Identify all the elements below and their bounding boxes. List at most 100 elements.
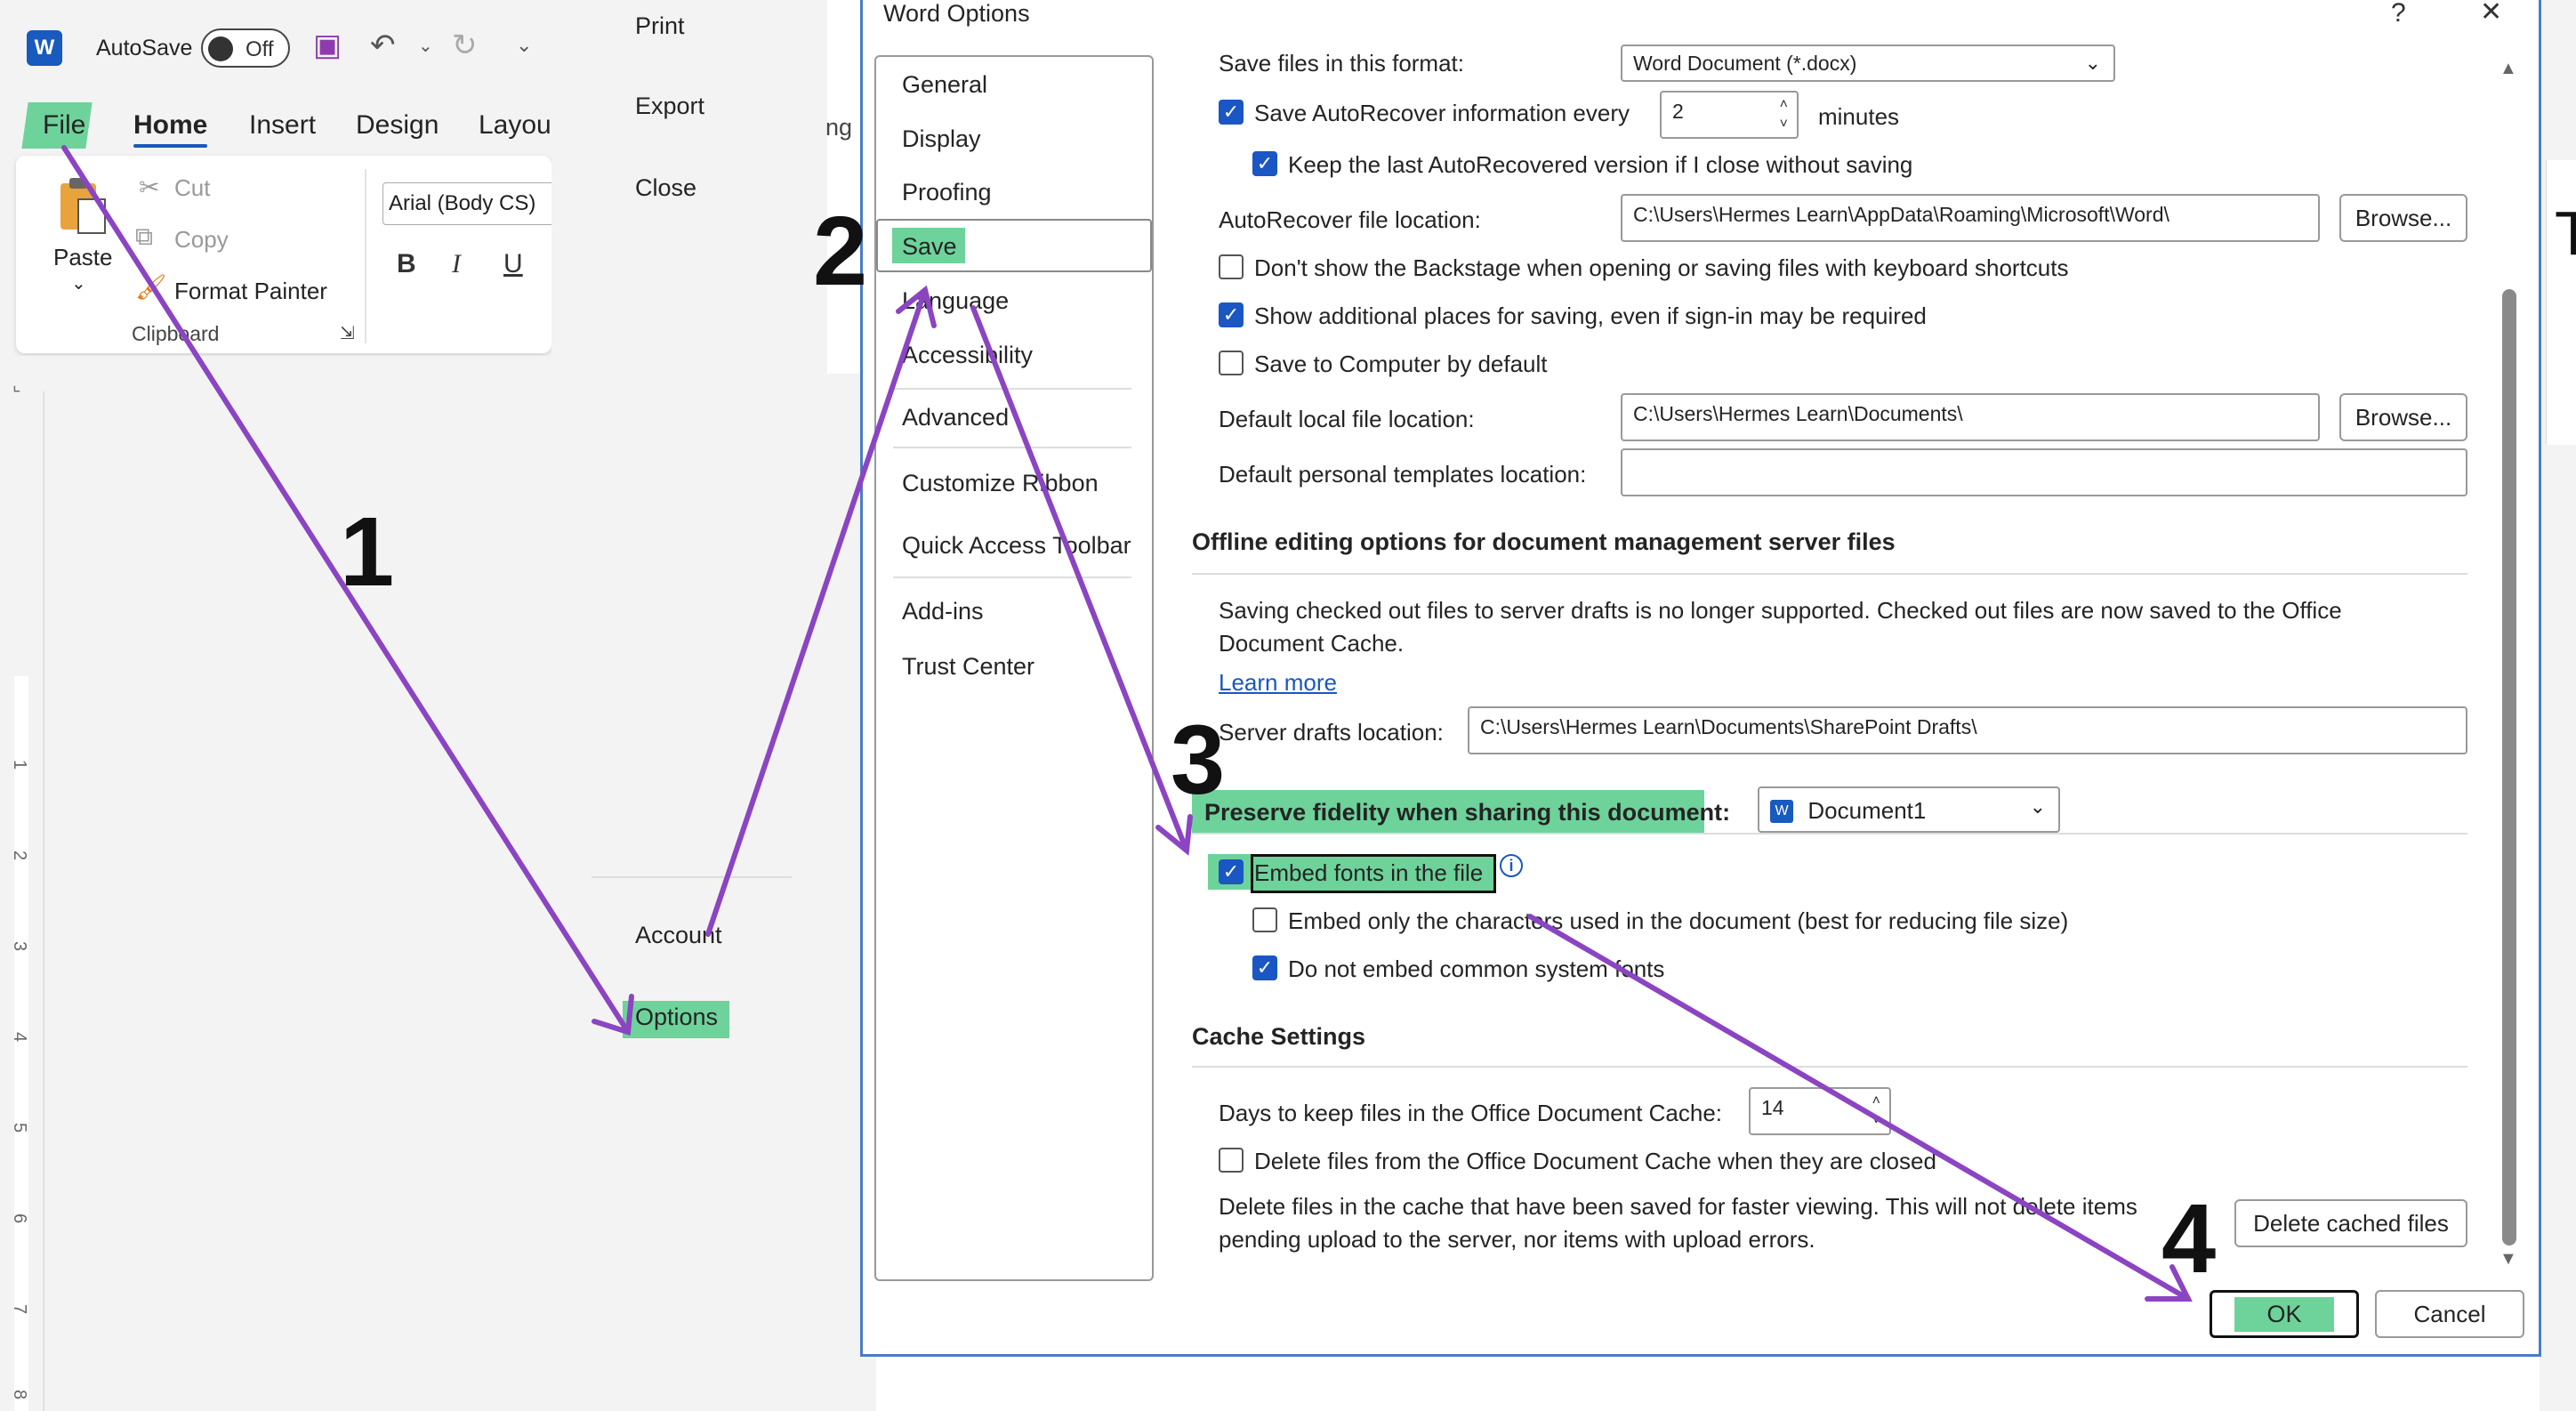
dont-show-backstage-label: Don't show the Backstage when opening or… — [1254, 254, 2069, 281]
format-painter-button[interactable]: Format Painter — [174, 278, 327, 305]
font-name-field[interactable]: Arial (Body CS) — [382, 182, 560, 225]
tab-file[interactable]: File — [43, 110, 85, 141]
autosave-label: AutoSave — [96, 36, 193, 60]
nav-save[interactable]: Save — [902, 233, 957, 261]
format-painter-icon: 🖌 — [135, 273, 167, 301]
nav-separator — [893, 447, 1131, 448]
ruler-number: 7 — [10, 1303, 30, 1315]
copy-button[interactable]: Copy — [174, 226, 229, 254]
clipboard-group-label: Clipboard — [132, 322, 220, 345]
tab-design[interactable]: Design — [356, 110, 439, 141]
delete-cached-files-button[interactable]: Delete cached files — [2234, 1199, 2467, 1247]
fidelity-label: Preserve fidelity when sharing this docu… — [1204, 799, 1731, 826]
cancel-button[interactable]: Cancel — [2375, 1290, 2524, 1338]
dont-show-backstage-checkbox[interactable] — [1219, 254, 1244, 279]
default-local-input[interactable]: C:\Users\Hermes Learn\Documents\ — [1621, 393, 2320, 441]
nav-customize-ribbon[interactable]: Customize Ribbon — [902, 470, 1099, 497]
document-area — [0, 356, 551, 1411]
info-icon[interactable]: i — [1500, 854, 1523, 877]
undo-icon[interactable]: ↶ — [370, 30, 396, 60]
default-templates-input[interactable] — [1621, 448, 2467, 496]
spin-down-icon[interactable]: ˅ — [1872, 1114, 1880, 1128]
cut-button[interactable]: Cut — [174, 174, 210, 202]
nav-display[interactable]: Display — [902, 125, 981, 153]
days-value: 14 — [1761, 1096, 1784, 1119]
paste-button[interactable]: Paste — [53, 244, 113, 271]
copy-icon: ⧉ — [135, 222, 153, 250]
spin-up-icon[interactable]: ˄ — [1872, 1094, 1880, 1109]
backstage-account[interactable]: Account — [635, 922, 722, 949]
default-local-browse-button[interactable]: Browse... — [2339, 393, 2467, 441]
keep-last-checkbox[interactable]: ✓ — [1252, 151, 1277, 176]
server-drafts-input[interactable]: C:\Users\Hermes Learn\Documents\SharePoi… — [1468, 706, 2467, 754]
scroll-down-icon[interactable]: ▼ — [2500, 1249, 2517, 1270]
autorecover-location-input[interactable]: C:\Users\Hermes Learn\AppData\Roaming\Mi… — [1621, 194, 2320, 242]
step-4-label: 4 — [2161, 1184, 2217, 1294]
paste-icon[interactable] — [55, 174, 109, 237]
nav-separator — [893, 388, 1131, 390]
autorecover-browse-button[interactable]: Browse... — [2339, 194, 2467, 242]
bold-button[interactable]: B — [397, 249, 416, 279]
backstage-print[interactable]: Print — [635, 12, 685, 40]
tab-layout[interactable]: Layou — [479, 110, 551, 141]
autorecover-minutes-value: 2 — [1672, 100, 1684, 123]
default-templates-label: Default personal templates location: — [1219, 461, 1587, 488]
redo-icon[interactable]: ↻ — [452, 30, 478, 60]
spin-down-icon[interactable]: ˅ — [1780, 117, 1788, 132]
nav-quick-access-toolbar[interactable]: Quick Access Toolbar — [902, 532, 1131, 560]
nav-advanced[interactable]: Advanced — [902, 404, 1009, 431]
backstage-close[interactable]: Close — [635, 174, 696, 202]
ok-button[interactable]: OK — [2210, 1290, 2359, 1338]
delete-cache-checkbox[interactable] — [1219, 1148, 1244, 1173]
tab-home[interactable]: Home — [133, 110, 208, 148]
embed-only-checkbox[interactable] — [1252, 907, 1277, 932]
spin-up-icon[interactable]: ˄ — [1780, 98, 1788, 112]
days-input[interactable]: 14 ˄ ˅ — [1749, 1087, 1891, 1135]
underline-button[interactable]: U — [503, 249, 523, 279]
fidelity-document-value: Document1 — [1807, 797, 1927, 824]
ruler-divider — [43, 391, 44, 1411]
delete-cache-label: Delete files from the Office Document Ca… — [1254, 1148, 1936, 1174]
autorecover-checkbox[interactable]: ✓ — [1219, 100, 1244, 125]
save-to-computer-checkbox[interactable] — [1219, 351, 1244, 375]
nav-language[interactable]: Language — [902, 287, 1009, 315]
learn-more-link[interactable]: Learn more — [1219, 669, 1337, 697]
paste-dropdown-icon[interactable]: ⌄ — [71, 272, 86, 294]
nav-general[interactable]: General — [902, 71, 987, 99]
embed-fonts-checkbox[interactable]: ✓ — [1219, 859, 1244, 884]
autorecover-label: Save AutoRecover information every — [1254, 100, 1630, 126]
embed-only-label: Embed only the characters used in the do… — [1288, 907, 2069, 934]
scroll-up-icon[interactable]: ▲ — [2500, 59, 2517, 79]
scrollbar-thumb[interactable] — [2502, 289, 2516, 1246]
customize-toolbar-icon[interactable]: ⌄ — [516, 36, 532, 55]
undo-dropdown-icon[interactable]: ⌄ — [418, 37, 433, 55]
save-format-select[interactable]: Word Document (*.docx) ⌄ — [1621, 44, 2115, 82]
fidelity-document-select[interactable]: W Document1 ⌄ — [1758, 786, 2060, 833]
dialog-title: Word Options — [883, 0, 1030, 27]
do-not-embed-checkbox[interactable]: ✓ — [1252, 955, 1277, 980]
help-button[interactable]: ? — [2391, 0, 2406, 28]
nav-accessibility[interactable]: Accessibility — [902, 342, 1033, 369]
nav-proofing[interactable]: Proofing — [902, 179, 992, 206]
embed-fonts-label: Embed fonts in the file — [1254, 859, 1484, 886]
show-additional-checkbox[interactable]: ✓ — [1219, 302, 1244, 327]
delete-info-text: Delete files in the cache that have been… — [1219, 1193, 2137, 1253]
tab-insert[interactable]: Insert — [249, 110, 316, 141]
chevron-down-icon: ⌄ — [2084, 52, 2101, 74]
nav-trust-center[interactable]: Trust Center — [902, 653, 1034, 681]
autorecover-minutes-input[interactable]: 2 ˄ ˅ — [1660, 91, 1799, 139]
close-icon[interactable]: ✕ — [2480, 0, 2502, 28]
autosave-toggle[interactable]: Off — [201, 28, 290, 68]
ruler-number: 5 — [10, 1122, 30, 1133]
nav-add-ins[interactable]: Add-ins — [902, 598, 984, 625]
show-additional-label: Show additional places for saving, even … — [1254, 302, 1927, 329]
save-icon[interactable]: ▣ — [313, 30, 342, 60]
cut-icon: ✂ — [139, 173, 160, 201]
clipboard-launcher-icon[interactable]: ⇲ — [340, 322, 355, 344]
section-separator — [1192, 1066, 2467, 1068]
word-logo-icon: W — [27, 30, 62, 66]
backstage-export[interactable]: Export — [635, 93, 704, 120]
italic-button[interactable]: I — [452, 249, 461, 279]
keep-last-label: Keep the last AutoRecovered version if I… — [1288, 151, 1913, 178]
backstage-options[interactable]: Options — [635, 1004, 718, 1031]
